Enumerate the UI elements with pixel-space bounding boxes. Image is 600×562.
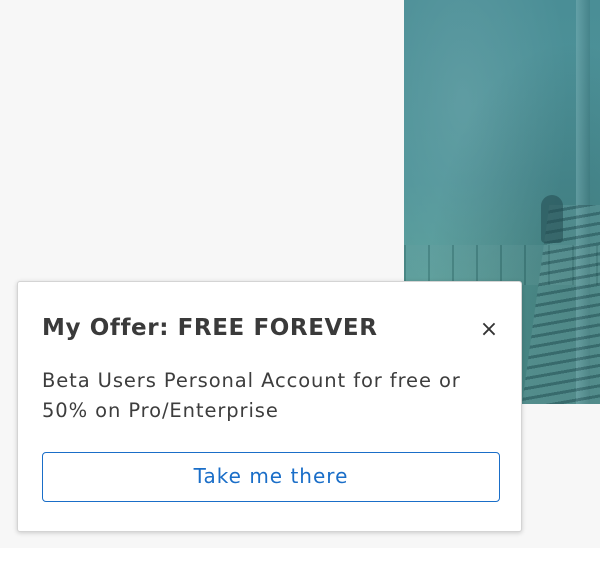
- popup-message: Beta Users Personal Account for free or …: [42, 369, 461, 422]
- take-me-there-button[interactable]: Take me there: [42, 452, 500, 502]
- offer-popup: My Offer: FREE FOREVER × Beta Users Pers…: [17, 281, 522, 532]
- hero-figure-detail: [541, 195, 563, 243]
- close-icon[interactable]: ×: [476, 317, 502, 343]
- popup-title: My Offer: FREE FOREVER: [42, 315, 378, 341]
- page: My Offer: FREE FOREVER × Beta Users Pers…: [0, 0, 600, 562]
